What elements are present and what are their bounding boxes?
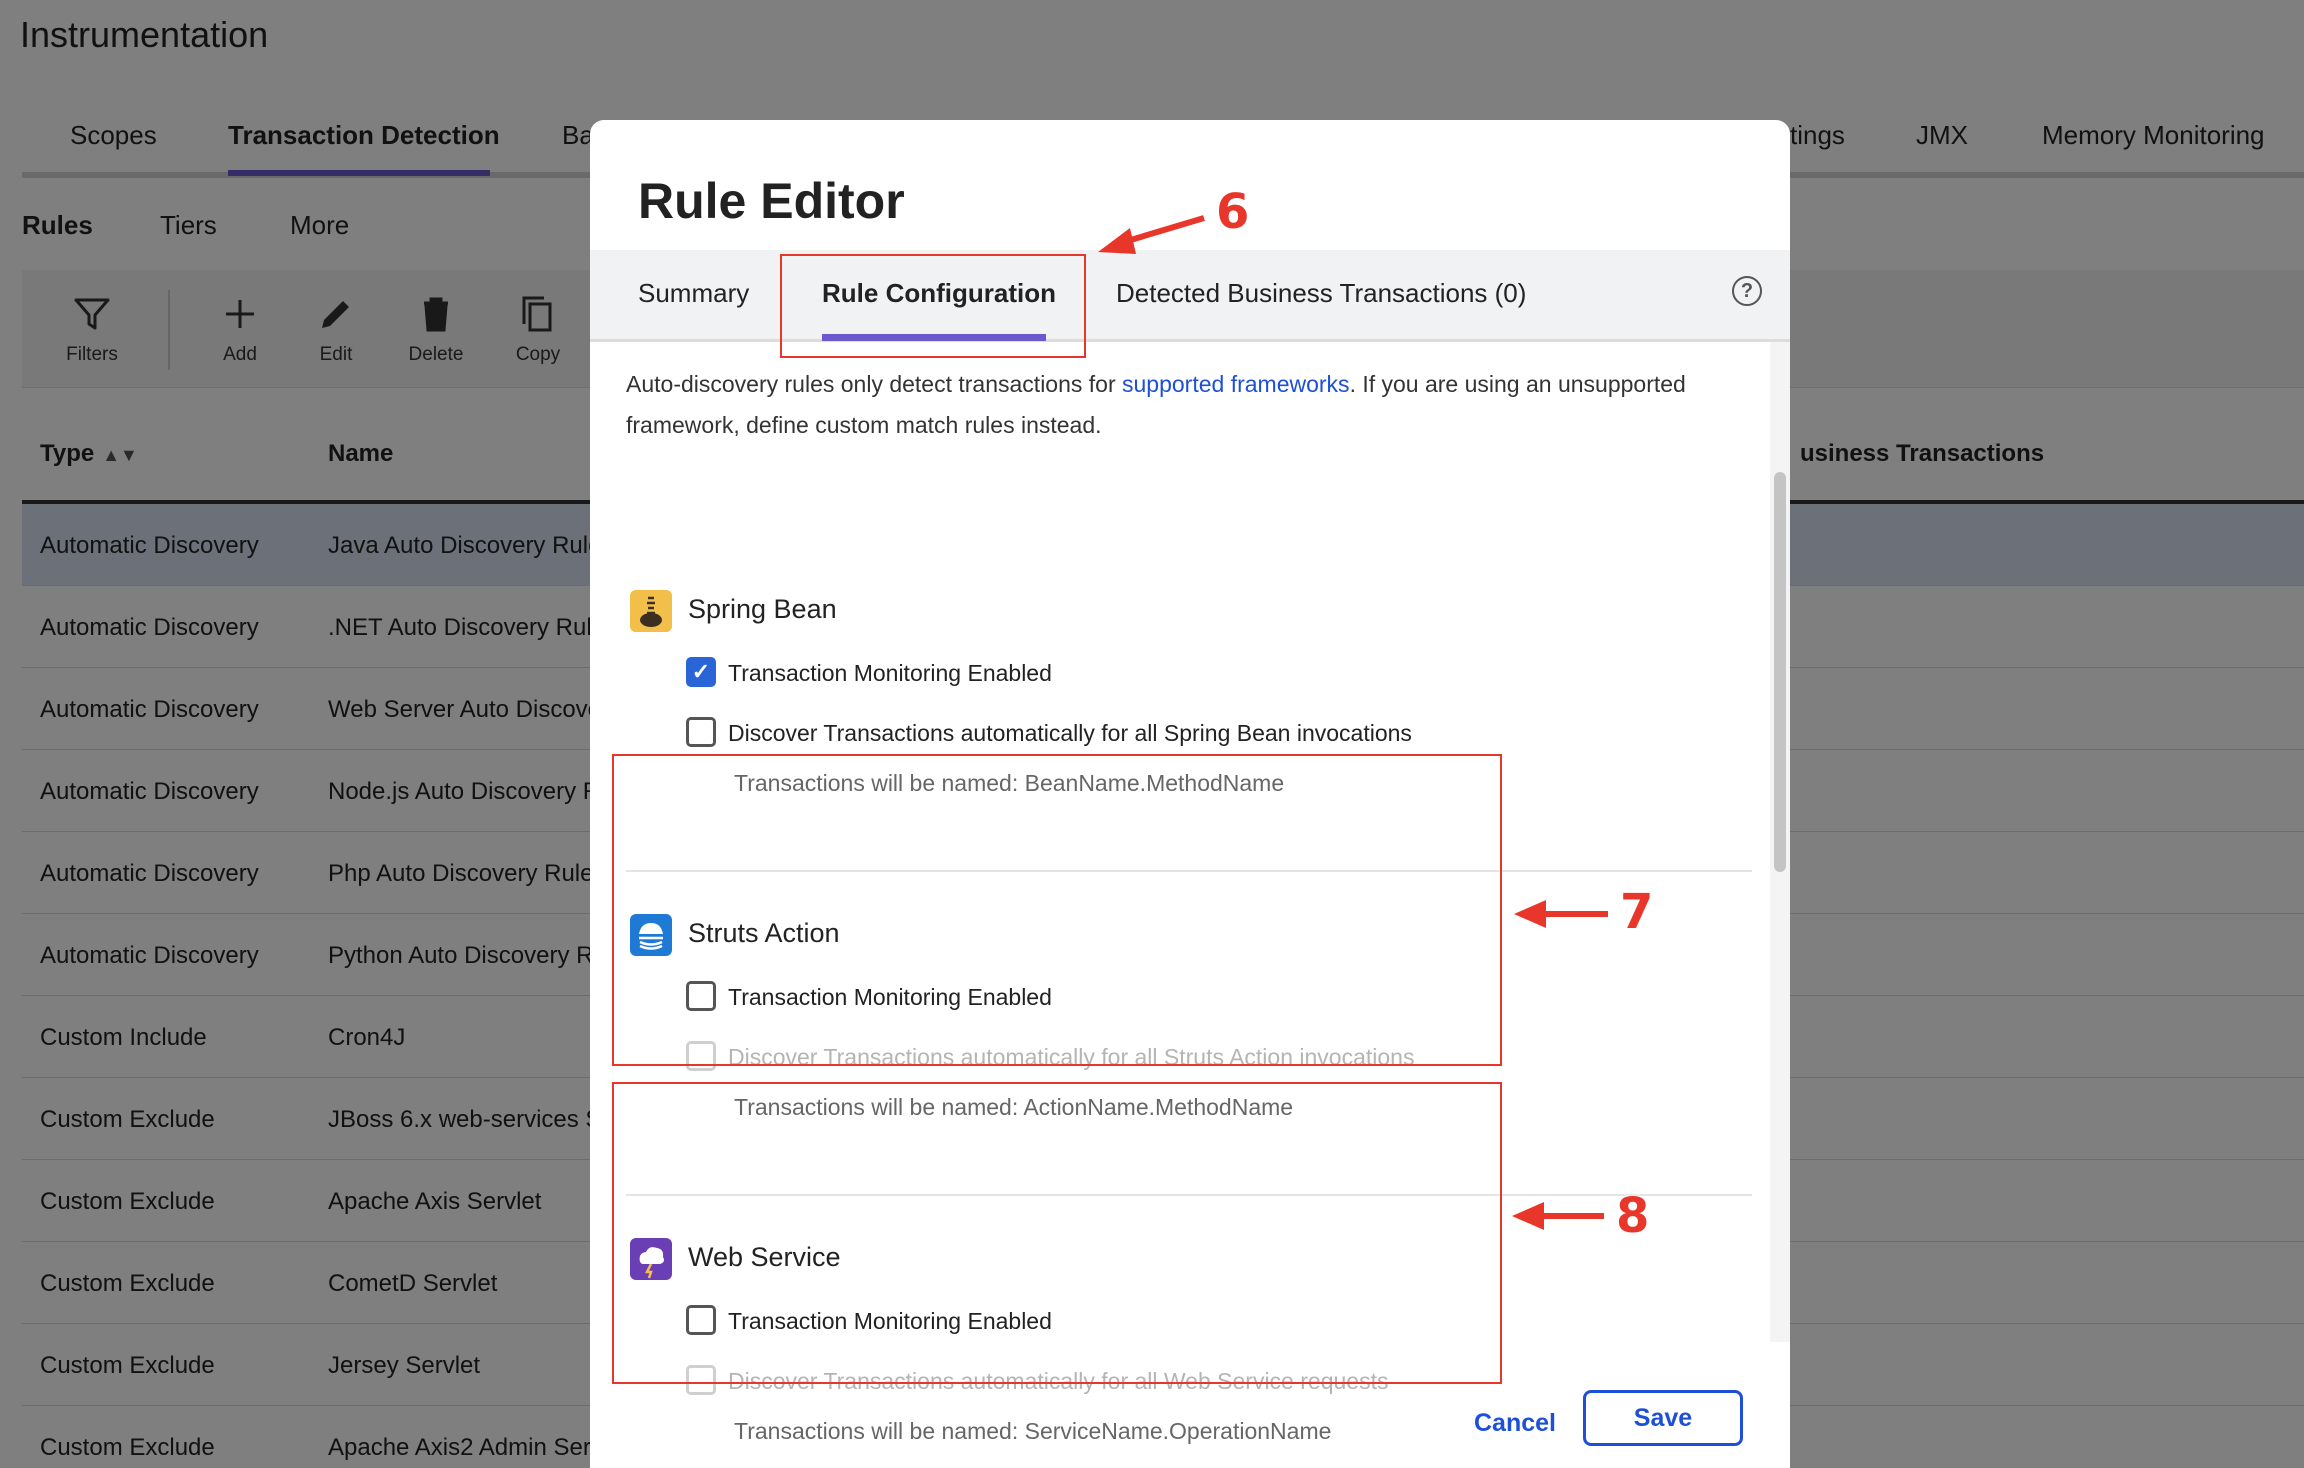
spring-bean-icon bbox=[630, 590, 672, 632]
annotation-number: 7 bbox=[1620, 884, 1654, 940]
spring-bean-title: Spring Bean bbox=[688, 594, 837, 624]
web-service-naming-hint: Transactions will be named: ServiceName.… bbox=[734, 1418, 1332, 1444]
supported-frameworks-link[interactable]: supported frameworks bbox=[1122, 371, 1350, 397]
annotation-number: 6 bbox=[1216, 184, 1250, 240]
spring-bean-discover-checkbox[interactable] bbox=[686, 717, 716, 747]
annotation-number: 8 bbox=[1616, 1188, 1650, 1244]
dialog-scrollbar[interactable] bbox=[1770, 342, 1790, 1342]
dialog-tab-bar: Summary Rule Configuration Detected Busi… bbox=[590, 250, 1790, 342]
tab-summary[interactable]: Summary bbox=[638, 278, 749, 309]
tab-detected-business-transactions[interactable]: Detected Business Transactions (0) bbox=[1116, 278, 1526, 309]
intro-text: Auto-discovery rules only detect transac… bbox=[626, 371, 1686, 438]
spring-bean-discover-row[interactable]: Discover Transactions automatically for … bbox=[686, 717, 1412, 750]
spring-bean-monitoring-row[interactable]: ✓ Transaction Monitoring Enabled bbox=[686, 657, 1052, 690]
help-icon[interactable]: ? bbox=[1732, 276, 1762, 306]
cancel-button[interactable]: Cancel bbox=[1450, 1398, 1580, 1448]
spring-bean-monitoring-checkbox[interactable]: ✓ bbox=[686, 657, 716, 687]
save-button[interactable]: Save bbox=[1583, 1390, 1743, 1446]
dialog-title: Rule Editor bbox=[638, 173, 905, 229]
annotation-box-web-service bbox=[612, 1082, 1502, 1384]
annotation-box-struts-action bbox=[612, 754, 1502, 1066]
scrollbar-thumb[interactable] bbox=[1774, 472, 1786, 872]
annotation-box-rule-configuration bbox=[780, 254, 1086, 358]
